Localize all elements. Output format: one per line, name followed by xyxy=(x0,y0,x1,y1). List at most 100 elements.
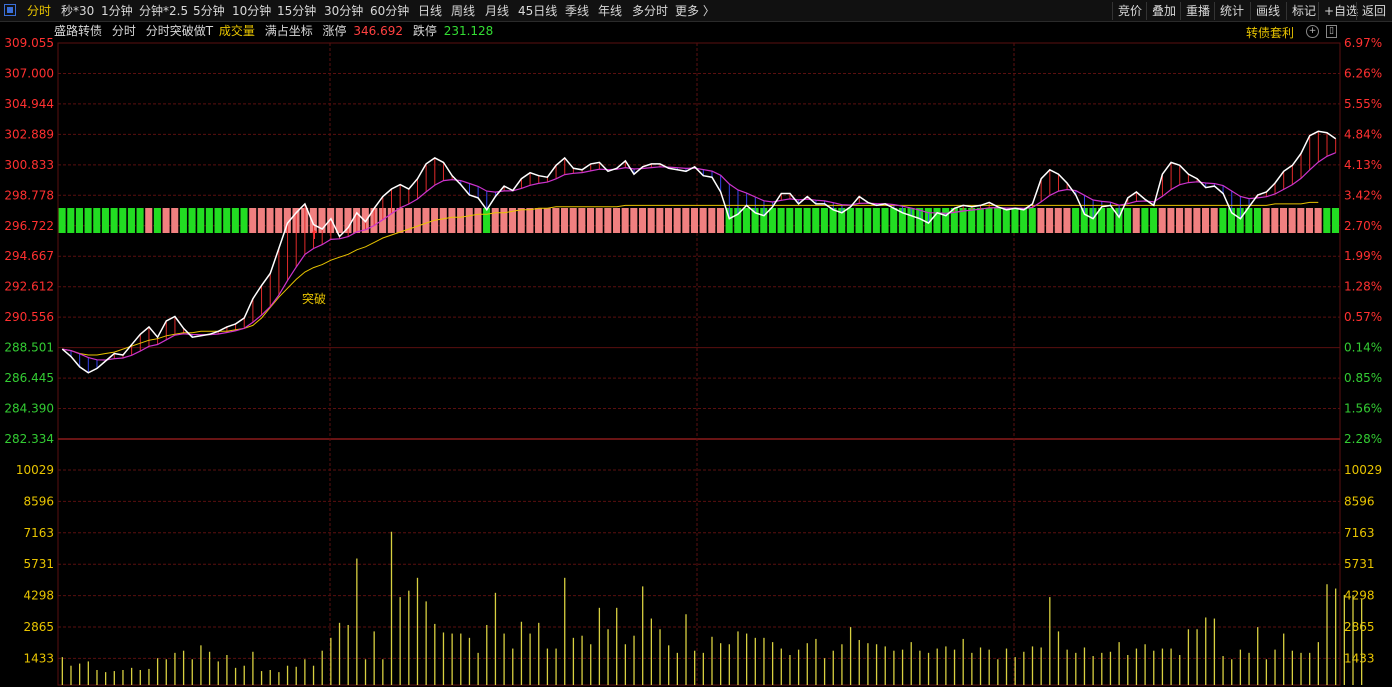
signal-bar xyxy=(543,208,551,233)
signal-bar xyxy=(1098,208,1106,233)
signal-bar xyxy=(716,208,724,233)
signal-bar xyxy=(968,208,976,233)
signal-bar xyxy=(621,208,629,233)
price-tick-label: 309.055 xyxy=(4,36,54,50)
volume-tick-label: 5731 xyxy=(23,557,54,571)
signal-bar xyxy=(205,208,213,233)
signal-bar xyxy=(188,208,196,233)
price-tick-label: 288.501 xyxy=(4,341,54,355)
pct-tick-label: 0.57% xyxy=(1344,310,1382,324)
breakout-arrow-icon: ↑ xyxy=(310,228,320,242)
signal-bar xyxy=(1063,208,1071,233)
price-tick-label: 298.778 xyxy=(4,188,54,202)
signal-bar xyxy=(1054,208,1062,233)
signal-bar xyxy=(136,208,144,233)
signal-bar xyxy=(1167,208,1175,233)
signal-bar xyxy=(1202,208,1210,233)
pct-tick-label: 1.99% xyxy=(1344,249,1382,263)
signal-bar xyxy=(1132,208,1140,233)
price-tick-label: 302.889 xyxy=(4,127,54,141)
pct-tick-label: 2.70% xyxy=(1344,219,1382,233)
signal-bar xyxy=(708,208,716,233)
signal-bar xyxy=(439,208,447,233)
signal-bar xyxy=(864,208,872,233)
timeshare-chart[interactable]: 309.055 6.97% 307.000 6.26% 304.944 5.55% 302.… xyxy=(0,0,1392,687)
signal-bar xyxy=(1020,208,1028,233)
signal-bar xyxy=(976,208,984,233)
pct-tick-label: 0.14% xyxy=(1344,341,1382,355)
signal-bar xyxy=(768,208,776,233)
volume-tick-label-right: 5731 xyxy=(1344,557,1375,571)
pct-tick-label: 6.26% xyxy=(1344,66,1382,80)
volume-tick-label: 10029 xyxy=(16,463,54,477)
signal-bar xyxy=(820,208,828,233)
signal-bar xyxy=(171,208,179,233)
breakout-annotation: 突破 xyxy=(302,291,326,306)
pct-tick-label: 2.28% xyxy=(1344,432,1382,446)
signal-bar xyxy=(933,208,941,233)
signal-bar xyxy=(890,208,898,233)
signal-bar xyxy=(483,208,491,233)
signal-bar xyxy=(335,208,343,233)
signal-bar xyxy=(1193,208,1201,233)
signal-bar xyxy=(595,208,603,233)
signal-bar xyxy=(1184,208,1192,233)
signal-bar xyxy=(491,208,499,233)
signal-bar xyxy=(84,208,92,233)
signal-bar xyxy=(942,208,950,233)
signal-bar xyxy=(179,208,187,233)
signal-bar xyxy=(1124,208,1132,233)
signal-bar xyxy=(1271,208,1279,233)
signal-bar xyxy=(1314,208,1322,233)
signal-bar xyxy=(214,208,222,233)
signal-bar xyxy=(266,208,274,233)
signal-bar xyxy=(75,208,83,233)
signal-bar xyxy=(881,208,889,233)
signal-bar xyxy=(561,208,569,233)
volume-tick-label: 7163 xyxy=(23,526,54,540)
price-tick-label: 292.612 xyxy=(4,280,54,294)
signal-bar xyxy=(1106,208,1114,233)
signal-bar xyxy=(1219,208,1227,233)
volume-tick-label: 2865 xyxy=(23,620,54,634)
volume-tick-label-right: 4298 xyxy=(1344,589,1375,603)
signal-bar xyxy=(110,208,118,233)
signal-bar xyxy=(526,208,534,233)
signal-bar xyxy=(1245,208,1253,233)
price-tick-label: 282.334 xyxy=(4,432,54,446)
signal-bar xyxy=(630,208,638,233)
pct-tick-label: 1.56% xyxy=(1344,402,1382,416)
signal-bar xyxy=(586,208,595,233)
signal-bar xyxy=(257,208,265,233)
signal-bar xyxy=(153,208,161,233)
signal-bar xyxy=(656,208,664,233)
signal-bar xyxy=(1141,208,1149,233)
signal-bar xyxy=(517,208,525,233)
signal-bar xyxy=(846,208,854,233)
signal-bar xyxy=(1305,208,1314,233)
signal-bar xyxy=(1262,208,1270,233)
signal-bar xyxy=(569,208,577,233)
price-tick-label: 294.667 xyxy=(4,249,54,263)
signal-bar xyxy=(699,208,707,233)
signal-bar xyxy=(985,208,993,233)
pct-tick-label: 5.55% xyxy=(1344,97,1382,111)
volume-tick-label-right: 10029 xyxy=(1344,463,1382,477)
signal-bar xyxy=(664,208,673,233)
signal-bar xyxy=(578,208,586,233)
signal-bar xyxy=(275,208,283,233)
signal-bar xyxy=(231,208,239,233)
volume-tick-label-right: 1433 xyxy=(1344,651,1375,665)
signal-bar xyxy=(1150,208,1158,233)
signal-bar xyxy=(872,208,880,233)
signal-bar xyxy=(673,208,681,233)
signal-bar xyxy=(812,208,820,233)
signal-bar xyxy=(1046,208,1054,233)
signal-bar xyxy=(1288,208,1296,233)
signal-bar xyxy=(1011,208,1019,233)
signal-bar xyxy=(1323,208,1331,233)
signal-bar xyxy=(457,208,465,233)
signal-bar xyxy=(742,208,750,233)
signal-bar xyxy=(803,208,811,233)
signal-bar xyxy=(197,208,205,233)
